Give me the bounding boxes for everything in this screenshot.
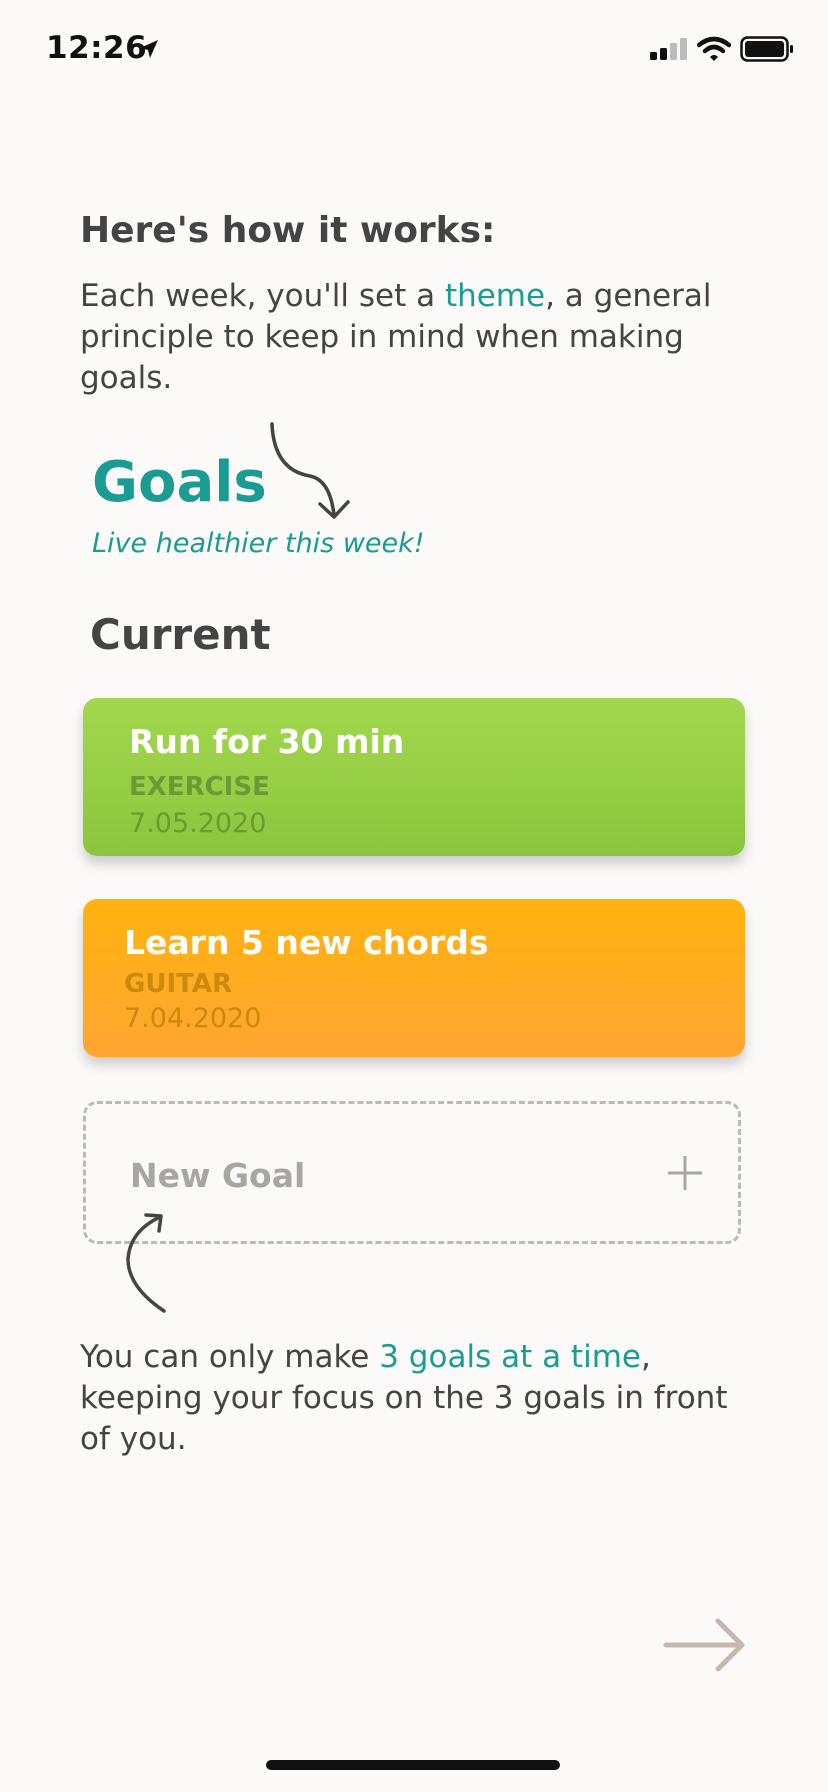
wifi-icon — [697, 36, 731, 61]
signal-icon — [650, 38, 687, 60]
status-bar: 12:26 — [0, 0, 828, 100]
current-section-title: Current — [90, 610, 271, 659]
new-goal-button[interactable]: New Goal — [83, 1101, 741, 1244]
weekly-theme: Live healthier this week! — [92, 528, 425, 559]
goal-category: EXERCISE — [129, 772, 270, 802]
next-arrow-icon[interactable] — [662, 1615, 746, 1675]
intro-title: Here's how it works: — [80, 210, 496, 251]
goal-category: GUITAR — [124, 969, 232, 999]
theme-keyword: theme — [444, 278, 546, 314]
goal-date: 7.04.2020 — [124, 1003, 262, 1034]
goal-date: 7.05.2020 — [129, 808, 267, 839]
intro-text: Each week, you'll set a theme, a general… — [80, 278, 712, 396]
limit-keyword: 3 goals at a time — [379, 1339, 641, 1375]
status-time: 12:26 — [46, 30, 148, 66]
goal-title: Run for 30 min — [129, 722, 405, 761]
battery-icon — [740, 36, 793, 62]
location-arrow-icon — [140, 40, 158, 58]
limit-explanation: You can only make 3 goals at a time, kee… — [80, 1339, 728, 1457]
curved-arrow-icon — [126, 1213, 166, 1313]
goal-title: Learn 5 new chords — [124, 923, 489, 962]
curved-arrow-icon — [270, 422, 350, 519]
home-indicator[interactable] — [266, 1760, 560, 1770]
goal-card[interactable]: Learn 5 new chords GUITAR 7.04.2020 — [83, 899, 745, 1057]
goals-title: Goals — [92, 450, 267, 515]
plus-icon — [668, 1156, 702, 1190]
new-goal-label: New Goal — [130, 1156, 306, 1195]
goal-card[interactable]: Run for 30 min EXERCISE 7.05.2020 — [83, 698, 745, 856]
